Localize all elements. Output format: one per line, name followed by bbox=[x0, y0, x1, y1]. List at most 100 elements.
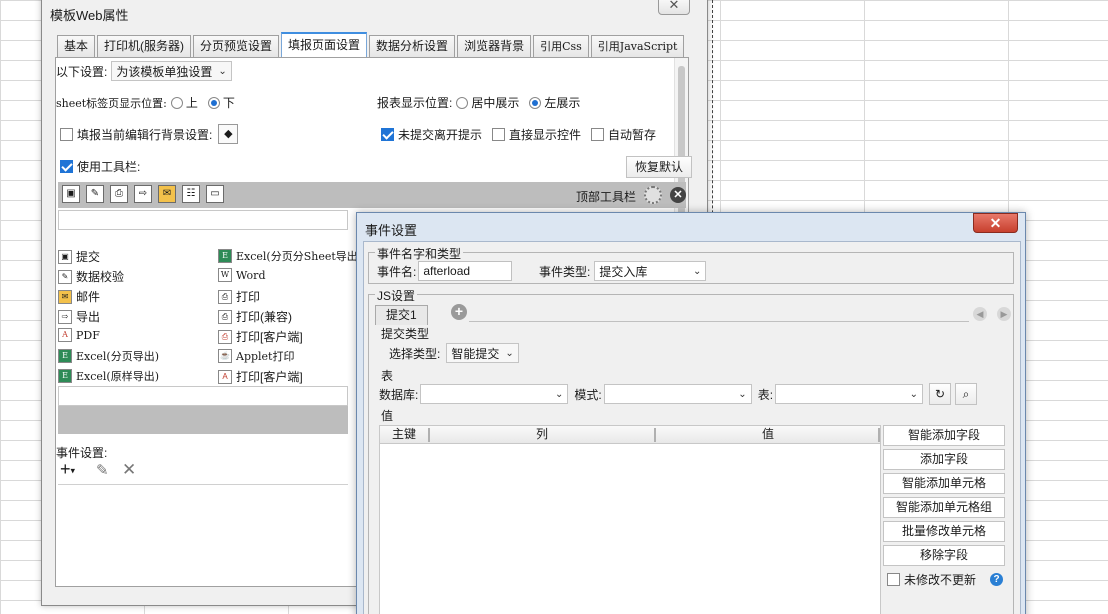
list-item[interactable]: ☕ Applet打印 bbox=[218, 348, 294, 364]
mail-icon[interactable]: ✉ bbox=[158, 185, 176, 203]
close-button[interactable]: ✕ bbox=[658, 0, 690, 15]
use-toolbar-checkbox[interactable] bbox=[60, 160, 73, 173]
tab-printer[interactable]: 打印机(服务器) bbox=[97, 35, 192, 57]
list-item-label: 打印[客户端] bbox=[236, 370, 303, 384]
excel-icon: E bbox=[58, 349, 72, 363]
unsubmitted-prompt-label: 未提交离开提示 bbox=[398, 128, 483, 142]
radio-report-center[interactable] bbox=[456, 96, 469, 109]
tab-javascript[interactable]: 引用JavaScript bbox=[590, 35, 685, 57]
delete-icon[interactable]: ✕ bbox=[122, 460, 136, 480]
list-item[interactable]: E Excel(分页分Sheet导出 bbox=[218, 248, 358, 264]
list-item[interactable]: ⎙ 打印 bbox=[218, 288, 260, 305]
event-type-select[interactable]: 提交入库 ⌄ bbox=[594, 261, 707, 281]
list-item[interactable]: ✉ 邮件 bbox=[58, 288, 100, 305]
print-client-icon: ⎙ bbox=[218, 329, 232, 344]
tab-css[interactable]: 引用Css bbox=[533, 35, 589, 57]
list-item[interactable]: A 打印[客户端] bbox=[218, 368, 303, 385]
remove-field-button[interactable]: 移除字段 bbox=[883, 545, 1005, 566]
layout-icon[interactable]: ☷ bbox=[182, 185, 200, 203]
paint-bucket-icon[interactable]: ◆ bbox=[218, 124, 239, 144]
refresh-icon[interactable]: ↻ bbox=[929, 383, 952, 405]
event-dialog-body: 事件名字和类型 事件名: afterload 事件类型: 提交入库 ⌄ JS设置… bbox=[363, 241, 1021, 614]
restore-default-button[interactable]: 恢复默认 bbox=[626, 156, 693, 178]
list-item[interactable]: A PDF bbox=[58, 328, 100, 342]
column-header[interactable]: 主键 bbox=[392, 426, 416, 444]
value-label: 值 bbox=[381, 409, 394, 423]
js-settings-group: JS设置 提交1 + ◀ ▶ 提交类型 选择类型: 智能提交 ⌄ 表 数据库: … bbox=[368, 287, 1014, 614]
field-button-column: 智能添加字段 添加字段 智能添加单元格 智能添加单元格组 批量修改单元格 移除字… bbox=[883, 425, 1007, 614]
window-icon[interactable]: ▭ bbox=[206, 185, 224, 203]
word-icon: W bbox=[218, 268, 232, 282]
pen-icon[interactable]: ✎ bbox=[86, 185, 104, 203]
radio-sheet-bottom[interactable] bbox=[207, 96, 220, 109]
close-button[interactable]: ✕ bbox=[973, 213, 1018, 233]
smart-add-cell-group-button[interactable]: 智能添加单元格组 bbox=[883, 497, 1005, 518]
dialog-title: 模板Web属性 bbox=[50, 8, 129, 23]
pdf-print-icon: A bbox=[218, 369, 232, 384]
radio-report-left[interactable] bbox=[529, 96, 542, 109]
list-item[interactable]: E Excel(原样导出) bbox=[58, 368, 159, 384]
settings-select[interactable]: 为该模板单独设置 ⌄ bbox=[111, 61, 232, 81]
radio-report-center-label: 居中展示 bbox=[471, 96, 520, 110]
list-item[interactable]: ⎙ 打印[客户端] bbox=[218, 328, 303, 345]
divider bbox=[58, 484, 348, 485]
table-header: 主键 列 值 bbox=[380, 426, 880, 444]
close-circle-icon[interactable]: ✕ bbox=[670, 187, 686, 203]
list-item-label: 邮件 bbox=[76, 290, 101, 304]
list-item[interactable]: ⇨ 导出 bbox=[58, 308, 100, 325]
tab-fill-page[interactable]: 填报页面设置 bbox=[281, 32, 368, 57]
no-update-label: 未修改不更新 bbox=[904, 573, 977, 587]
tab-browser-bg[interactable]: 浏览器背景 bbox=[457, 35, 532, 57]
no-update-checkbox[interactable] bbox=[887, 573, 900, 586]
tab-page-preview[interactable]: 分页预览设置 bbox=[193, 35, 280, 57]
dialog-title: 事件设置 bbox=[365, 223, 418, 238]
list-item[interactable]: E Excel(分页导出) bbox=[58, 348, 159, 364]
table-select[interactable]: ⌄ bbox=[775, 384, 924, 404]
tab-data-analysis[interactable]: 数据分析设置 bbox=[369, 35, 456, 57]
list-item[interactable]: ▣ 提交 bbox=[58, 248, 100, 265]
column-separator bbox=[428, 428, 430, 442]
tab-submit1[interactable]: 提交1 bbox=[375, 305, 428, 325]
prev-arrow-icon[interactable]: ◀ bbox=[973, 307, 987, 321]
radio-sheet-top[interactable] bbox=[170, 96, 183, 109]
column-separator bbox=[654, 428, 656, 442]
print-icon[interactable]: ⎙ bbox=[110, 185, 128, 203]
field-table: 主键 列 值 bbox=[379, 425, 881, 614]
list-footer bbox=[58, 386, 348, 406]
batch-modify-cell-button[interactable]: 批量修改单元格 bbox=[883, 521, 1005, 542]
smart-add-field-button[interactable]: 智能添加字段 bbox=[883, 425, 1005, 446]
mode-select[interactable]: ⌄ bbox=[603, 384, 752, 404]
help-icon[interactable]: ? bbox=[990, 573, 1004, 586]
edit-icon[interactable]: ✎ bbox=[96, 461, 109, 479]
list-item[interactable]: W Word bbox=[218, 268, 265, 282]
export-icon[interactable]: ⇨ bbox=[134, 185, 152, 203]
add-icon[interactable]: +▾ bbox=[60, 460, 75, 479]
event-type-label: 事件类型: bbox=[539, 264, 591, 279]
unsubmitted-prompt-checkbox[interactable] bbox=[381, 128, 394, 141]
column-header[interactable]: 值 bbox=[762, 426, 774, 444]
smart-add-cell-button[interactable]: 智能添加单元格 bbox=[883, 473, 1005, 494]
list-item-label: Excel(分页分Sheet导出 bbox=[236, 250, 358, 263]
autosave-checkbox[interactable] bbox=[591, 128, 605, 141]
event-name-input[interactable]: afterload bbox=[418, 261, 513, 281]
direct-show-checkbox[interactable] bbox=[492, 128, 506, 141]
preview-icon[interactable]: ⌕ bbox=[955, 383, 978, 405]
radio-sheet-bottom-label: 下 bbox=[222, 96, 235, 110]
next-arrow-icon[interactable]: ▶ bbox=[997, 307, 1011, 321]
list-item-label: Excel(原样导出) bbox=[76, 370, 160, 383]
list-item-label: 打印(兼容) bbox=[236, 310, 292, 324]
select-type-dropdown[interactable]: 智能提交 ⌄ bbox=[446, 343, 519, 363]
list-item[interactable]: ✎ 数据校验 bbox=[58, 268, 124, 285]
add-tab-icon[interactable]: + bbox=[451, 304, 467, 320]
list-item[interactable]: ⎙ 打印(兼容) bbox=[218, 308, 292, 325]
add-field-button[interactable]: 添加字段 bbox=[883, 449, 1005, 470]
save-icon[interactable]: ▣ bbox=[62, 185, 80, 203]
autosave-label: 自动暂存 bbox=[608, 128, 657, 142]
row-bg-checkbox[interactable] bbox=[60, 127, 73, 141]
list-item-label: Applet打印 bbox=[236, 350, 295, 363]
column-header[interactable]: 列 bbox=[536, 426, 548, 444]
tab-basic[interactable]: 基本 bbox=[57, 35, 96, 57]
pen-icon: ✎ bbox=[58, 269, 72, 284]
database-select[interactable]: ⌄ bbox=[420, 384, 569, 404]
gear-icon[interactable] bbox=[644, 186, 662, 204]
